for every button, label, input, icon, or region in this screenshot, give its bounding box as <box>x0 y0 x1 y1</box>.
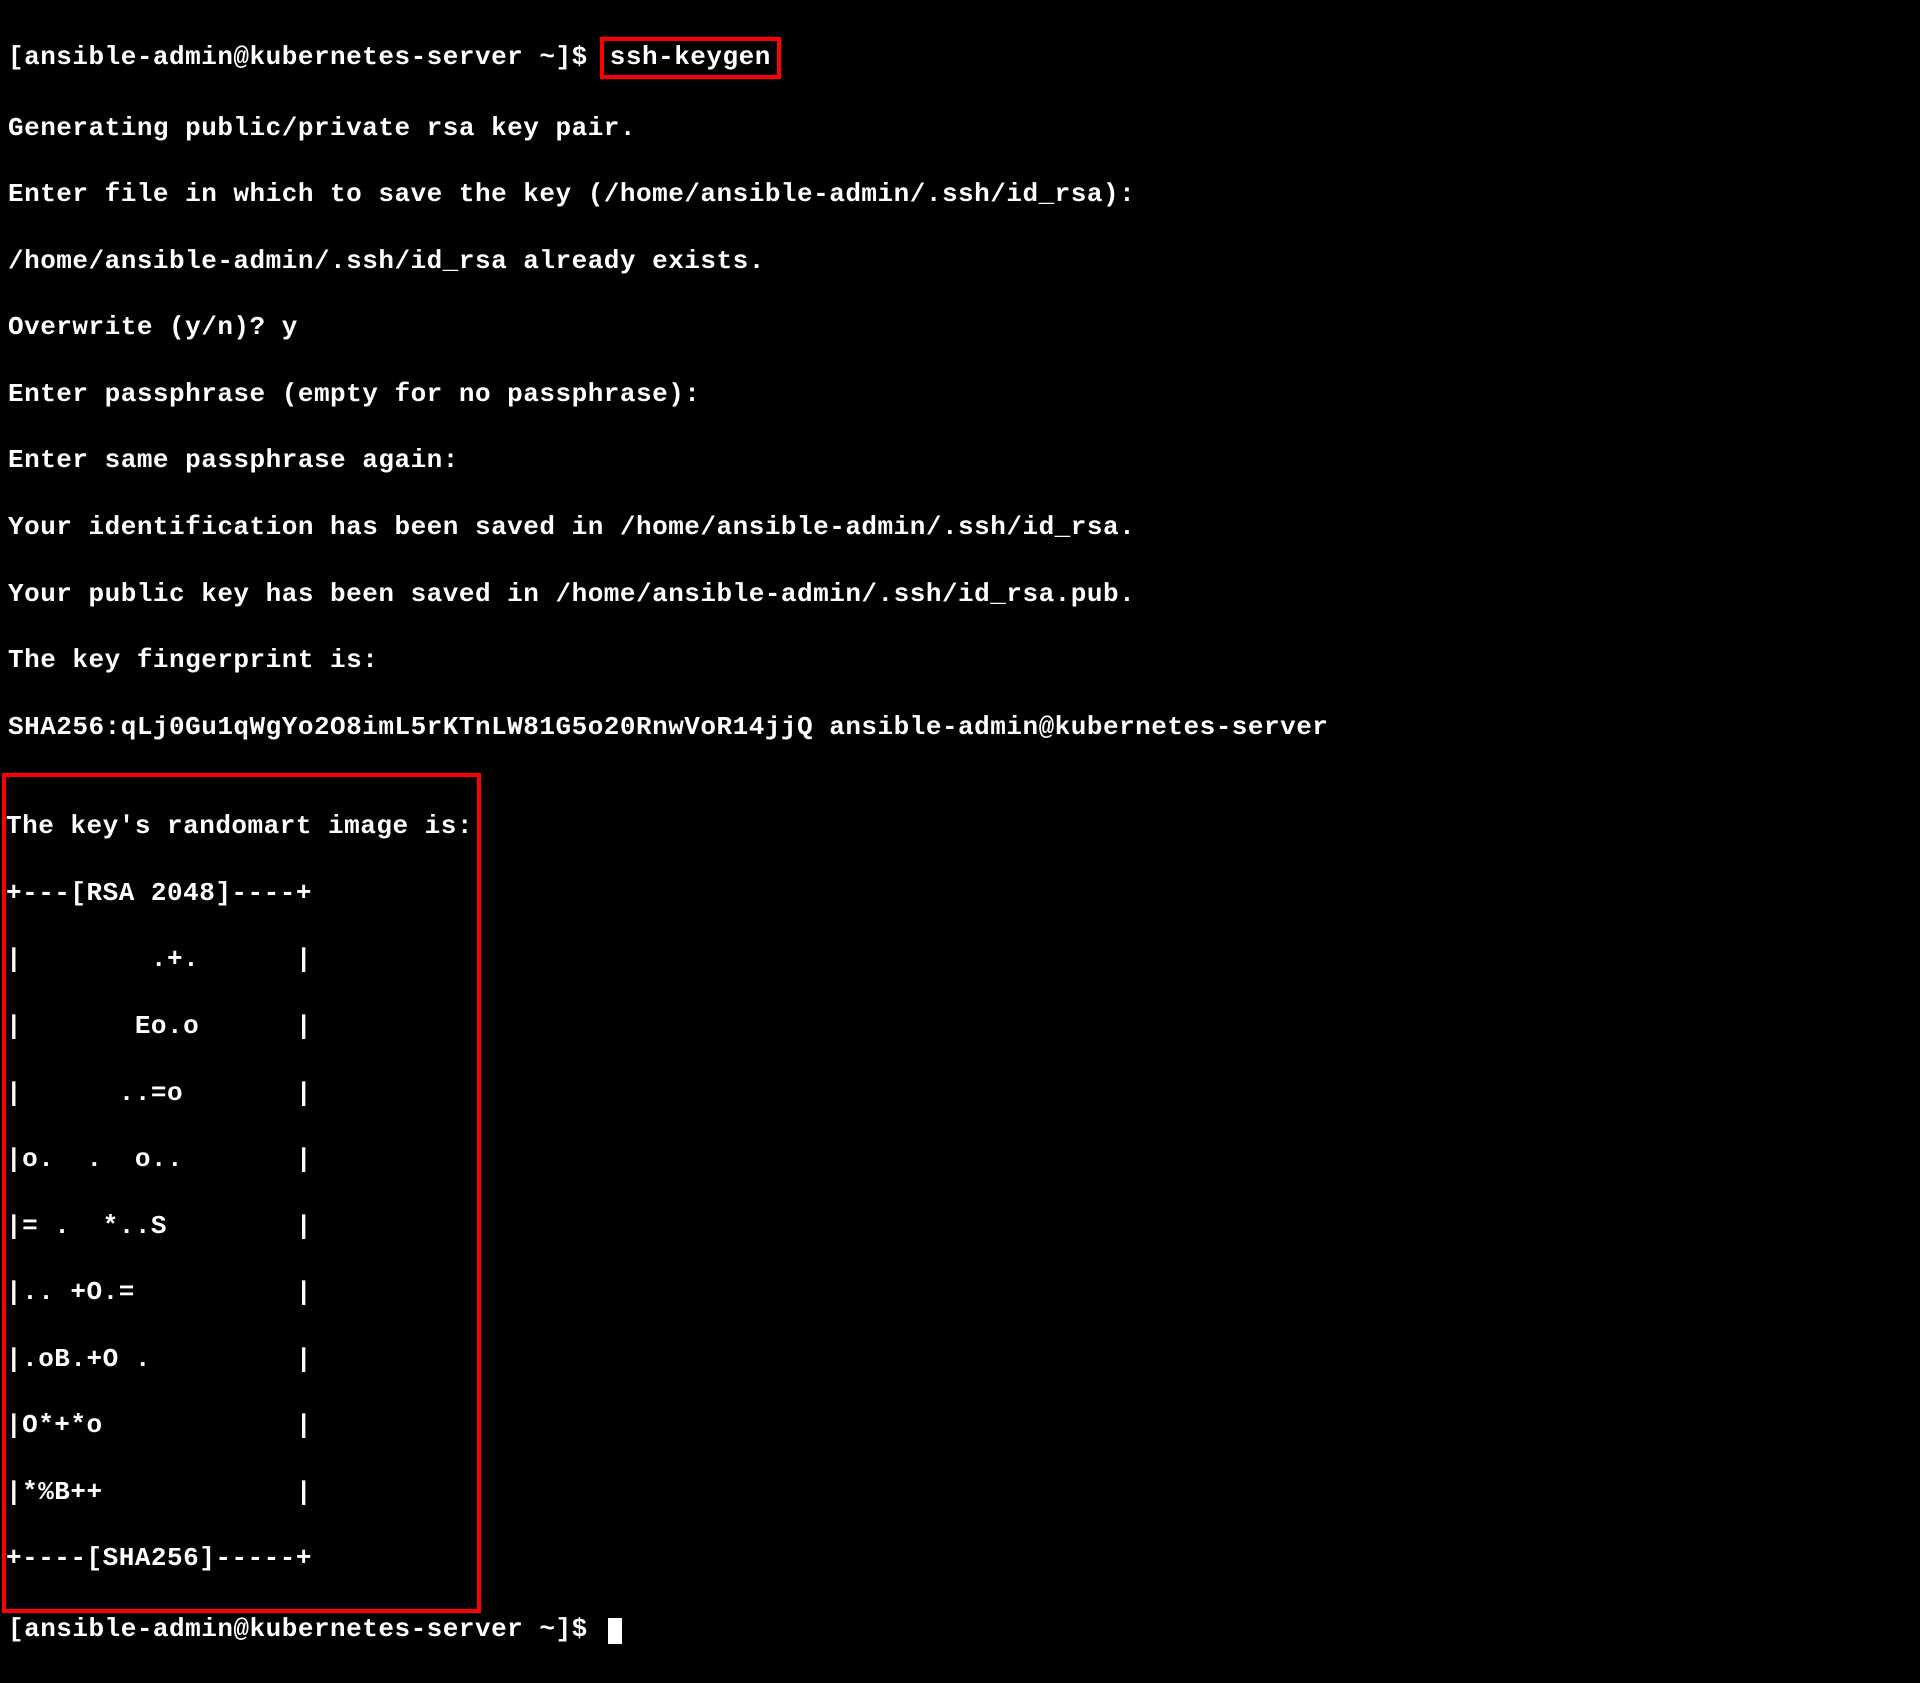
randomart-line: | .+. | <box>6 943 473 976</box>
output-line: Enter file in which to save the key (/ho… <box>8 178 1912 211</box>
prompt-text: [ansible-admin@kubernetes-server ~]$ <box>8 1614 604 1644</box>
randomart-line: |.oB.+O . | <box>6 1343 473 1376</box>
randomart-line: | Eo.o | <box>6 1010 473 1043</box>
output-line: Overwrite (y/n)? y <box>8 311 1912 344</box>
randomart-header: The key's randomart image is: <box>6 810 473 843</box>
output-line: Generating public/private rsa key pair. <box>8 112 1912 145</box>
randomart-line: |o. . o.. | <box>6 1143 473 1176</box>
output-line: Your public key has been saved in /home/… <box>8 578 1912 611</box>
output-line: Enter passphrase (empty for no passphras… <box>8 378 1912 411</box>
randomart-line: |.. +O.= | <box>6 1276 473 1309</box>
randomart-highlight: The key's randomart image is: +---[RSA 2… <box>2 773 481 1613</box>
output-line: /home/ansible-admin/.ssh/id_rsa already … <box>8 245 1912 278</box>
fingerprint-line: SHA256:qLj0Gu1qWgYo2O8imL5rKTnLW81G5o20R… <box>8 711 1912 744</box>
cursor-icon <box>608 1618 622 1644</box>
command-highlight: ssh-keygen <box>600 37 781 78</box>
output-line: Your identification has been saved in /h… <box>8 511 1912 544</box>
randomart-line: |O*+*o | <box>6 1409 473 1442</box>
randomart-line: +----[SHA256]-----+ <box>6 1542 473 1575</box>
terminal-output[interactable]: [ansible-admin@kubernetes-server ~]$ ssh… <box>8 4 1912 1679</box>
randomart-line: | ..=o | <box>6 1077 473 1110</box>
command-text: ssh-keygen <box>610 42 771 72</box>
prompt-text: [ansible-admin@kubernetes-server ~]$ <box>8 42 604 72</box>
randomart-line: |*%B++ | <box>6 1476 473 1509</box>
output-line: Enter same passphrase again: <box>8 444 1912 477</box>
randomart-line: +---[RSA 2048]----+ <box>6 877 473 910</box>
output-line: The key fingerprint is: <box>8 644 1912 677</box>
randomart-line: |= . *..S | <box>6 1210 473 1243</box>
